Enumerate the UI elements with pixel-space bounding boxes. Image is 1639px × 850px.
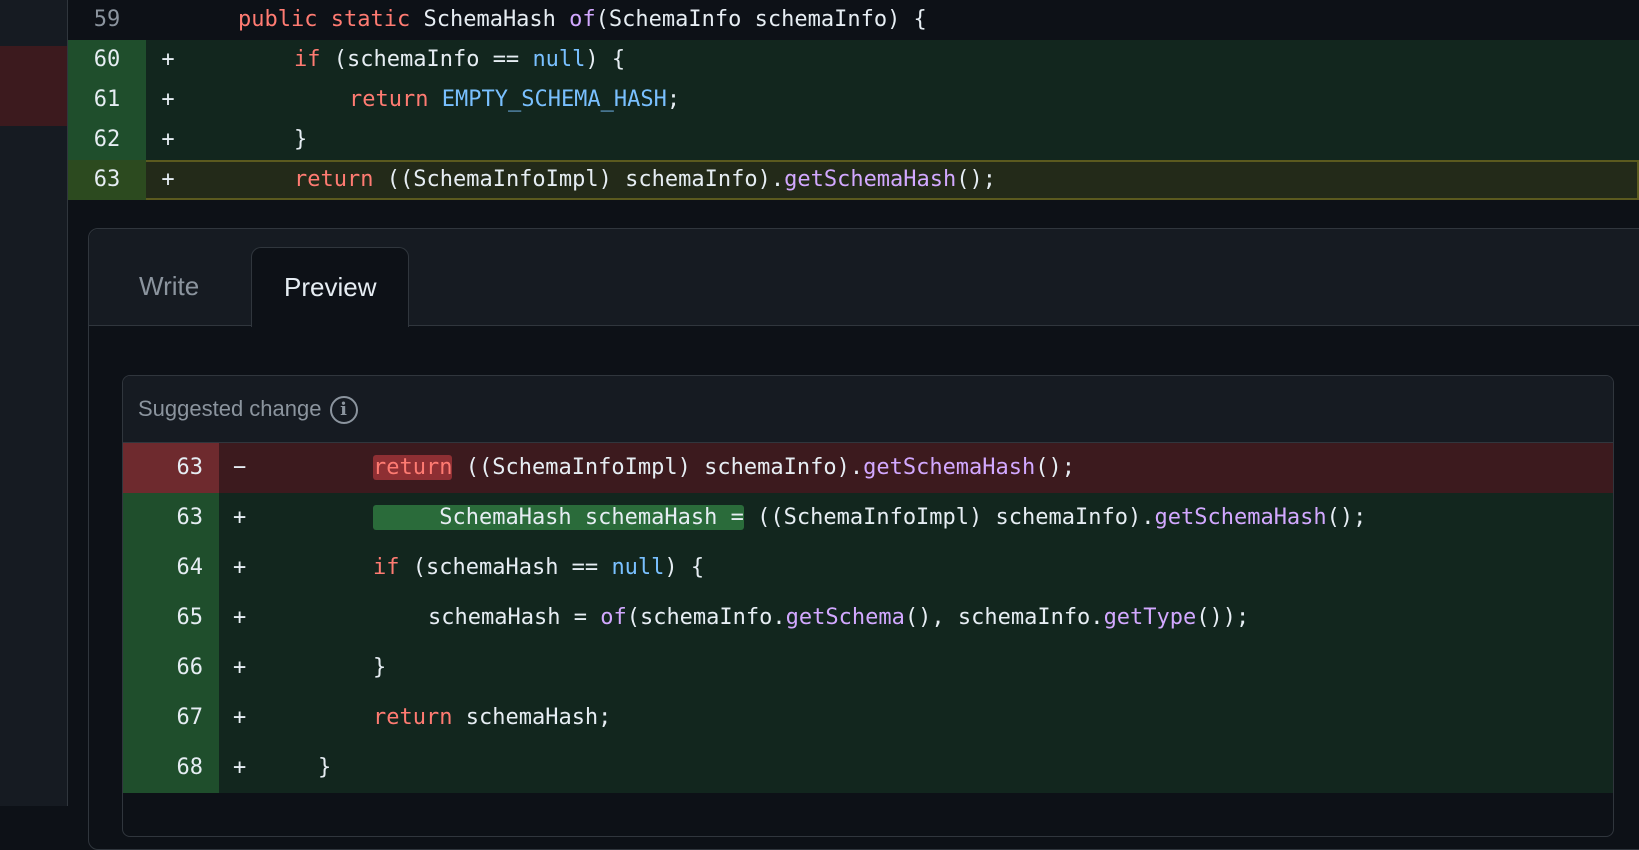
diff-sign: + — [233, 705, 247, 730]
keyword-token: return — [373, 455, 453, 480]
diff-sign: + — [161, 47, 175, 72]
constant-token: null — [611, 555, 665, 580]
diff-sign: + — [233, 555, 247, 580]
diff-line: 61 + return EMPTY_SCHEMA_HASH; — [68, 80, 1639, 120]
expr-token: (schemaInfo. — [626, 605, 786, 630]
punct-token: (); — [956, 167, 997, 192]
tab-preview[interactable]: Preview — [251, 247, 410, 327]
expr-token: ((SchemaInfoImpl) schemaInfo). — [452, 455, 864, 480]
expr-token: ) { — [585, 47, 626, 72]
punct-token: (); — [1035, 455, 1076, 480]
info-icon[interactable]: i — [329, 396, 358, 425]
diff-sign: + — [233, 505, 247, 530]
added-text-highlight: SchemaHash schemaHash = — [373, 505, 744, 530]
params-token: (SchemaInfo schemaInfo) { — [595, 7, 927, 32]
code-line: } — [318, 755, 332, 780]
code-line: return schemaHash; — [373, 693, 611, 743]
diff-hunk: 59 public static SchemaHash of(SchemaInf… — [68, 0, 1639, 200]
diff-line-highlighted: 63 + return ((SchemaInfoImpl) schemaInfo… — [68, 160, 1639, 200]
expr-token: ((SchemaInfoImpl) schemaInfo). — [743, 505, 1155, 530]
code-line: if (schemaInfo == null) { — [294, 40, 625, 80]
suggested-change-block: Suggested change i 63 − return ((SchemaIn… — [122, 375, 1614, 837]
diff-sign: + — [233, 605, 247, 630]
function-token: of — [569, 7, 596, 32]
function-token: getSchema — [785, 605, 905, 630]
line-number[interactable]: 61 — [68, 80, 146, 120]
code-line: return ((SchemaInfoImpl) schemaInfo).get… — [373, 443, 1075, 493]
line-number[interactable]: 59 — [68, 0, 146, 40]
line-number[interactable]: 60 — [68, 40, 146, 80]
diff-sign: + — [233, 655, 247, 680]
suggestion-line-added: 64 + if (schemaHash == null) { — [123, 543, 1613, 593]
line-number: 63 — [123, 493, 219, 543]
diff-sign: + — [161, 87, 175, 112]
suggestion-line-deleted: 63 − return ((SchemaInfoImpl) schemaInfo… — [123, 443, 1613, 493]
function-token: of — [600, 605, 627, 630]
suggestion-line-added: 65 + schemaHash = of(schemaInfo.getSchem… — [123, 593, 1613, 643]
expr-token: schemaHash = — [428, 605, 587, 630]
line-number: 68 — [123, 743, 219, 793]
diff-sign: + — [233, 755, 247, 780]
expr-token: (), schemaInfo. — [904, 605, 1104, 630]
expr-token: (schemaHash == — [399, 555, 599, 580]
code-line: if (schemaHash == null) { — [373, 543, 704, 593]
code-line: return ((SchemaInfoImpl) schemaInfo).get… — [294, 160, 996, 200]
line-number[interactable]: 63 — [68, 160, 146, 200]
punct-token: ; — [666, 87, 681, 112]
code-line: } — [294, 127, 308, 152]
punct-token: ) { — [664, 555, 705, 580]
suggestion-line-added: 63 + SchemaHash schemaHash = ((SchemaInf… — [123, 493, 1613, 543]
line-number: 67 — [123, 693, 219, 743]
expr-token: (schemaInfo == — [333, 47, 520, 72]
code-line: public static SchemaHash of(SchemaInfo s… — [238, 0, 927, 40]
function-token: getType — [1103, 605, 1197, 630]
function-token: getSchemaHash — [784, 167, 957, 192]
line-number: 65 — [123, 593, 219, 643]
keyword-token: return — [373, 705, 453, 730]
suggestion-line-added: 68 + } — [123, 743, 1613, 793]
suggestion-line-added: 66 + } — [123, 643, 1613, 693]
expr-token: schemaHash; — [452, 705, 612, 730]
keyword-token: if — [294, 47, 321, 72]
suggested-change-title: Suggested change — [138, 396, 322, 421]
tab-write[interactable]: Write — [107, 247, 231, 325]
line-number: 63 — [123, 443, 219, 493]
line-number: 66 — [123, 643, 219, 693]
code-line: schemaHash = of(schemaInfo.getSchema(), … — [428, 593, 1249, 643]
keyword-token: static — [330, 7, 411, 32]
diff-sign: + — [161, 167, 175, 192]
comment-box: Write Preview Suggested change i 63 − ret… — [88, 228, 1639, 850]
code-line: return EMPTY_SCHEMA_HASH; — [349, 80, 680, 120]
type-token: SchemaHash — [423, 7, 556, 32]
code-line: } — [373, 655, 387, 680]
constant-token: EMPTY_SCHEMA_HASH — [441, 87, 667, 112]
diff-line: 62 + } — [68, 120, 1639, 160]
function-token: getSchemaHash — [1154, 505, 1327, 530]
function-token: getSchemaHash — [863, 455, 1036, 480]
keyword-token: return — [294, 167, 374, 192]
line-number: 64 — [123, 543, 219, 593]
diff-line: 59 public static SchemaHash of(SchemaInf… — [68, 0, 1639, 40]
constant-token: null — [532, 47, 586, 72]
keyword-token: public — [238, 7, 318, 32]
suggested-change-header: Suggested change i — [123, 376, 1613, 443]
suggestion-line-added: 67 + return schemaHash; — [123, 693, 1613, 743]
line-number[interactable]: 62 — [68, 120, 146, 160]
code-line: SchemaHash schemaHash = ((SchemaInfoImpl… — [373, 493, 1366, 543]
diff-sign: + — [161, 127, 175, 152]
diff-sign: − — [233, 455, 247, 480]
diff-line: 60 + if (schemaInfo == null) { — [68, 40, 1639, 80]
keyword-token: return — [349, 87, 429, 112]
punct-token: ()); — [1196, 605, 1250, 630]
keyword-token: if — [373, 555, 400, 580]
comment-tabbar: Write Preview — [89, 229, 1639, 327]
gutter-deletion-marker — [0, 46, 67, 126]
punct-token: (); — [1326, 505, 1367, 530]
expr-token: ((SchemaInfoImpl) schemaInfo). — [386, 167, 785, 192]
